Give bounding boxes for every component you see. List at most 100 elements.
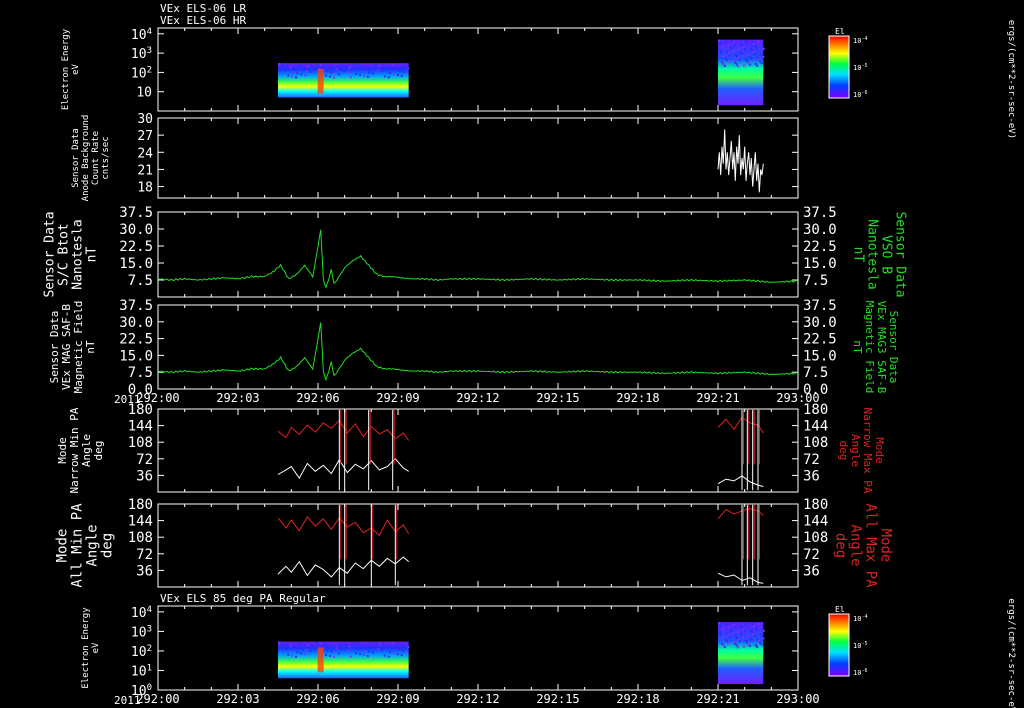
spectrogram-speckle: [291, 75, 294, 78]
y-tick-label: 102: [131, 644, 152, 660]
spectrogram-speckle: [737, 65, 740, 68]
spectrogram-speckle: [319, 64, 322, 67]
spectrogram-speckle: [754, 62, 757, 65]
spectrogram-speckle: [378, 643, 381, 646]
spectrogram-speckle: [727, 634, 730, 637]
spectrogram-block: [278, 63, 409, 98]
spectrogram-speckle: [751, 631, 754, 634]
spectrogram-speckle: [325, 653, 328, 656]
spectrogram-speckle: [335, 68, 338, 71]
spectrogram-speckle: [406, 650, 409, 653]
spectrogram-speckle: [292, 650, 295, 653]
spectrogram-speckle: [315, 63, 318, 66]
spectrogram-hotspot: [317, 647, 324, 673]
spectrogram-speckle: [278, 63, 280, 66]
x-tick-label: 292:03: [216, 391, 259, 405]
spectrogram-speckle: [309, 649, 312, 652]
y-axis-label-line: Anode Background: [81, 115, 91, 202]
y-tick-label: 10: [136, 86, 152, 101]
spectrogram-speckle: [732, 631, 735, 634]
y-axis-label-right: ModeNarrow Max PAAngledeg: [837, 407, 886, 493]
spectrogram-speckle: [304, 74, 307, 77]
y-tick-label: 7.5: [128, 273, 153, 289]
spectrogram-speckle: [735, 63, 738, 66]
spectrogram-speckle: [746, 60, 749, 63]
x-tick-label: 292:21: [696, 391, 739, 405]
y-tick-label: 22.5: [119, 239, 153, 255]
y-axis-label-line: cnts/sec: [101, 136, 111, 179]
y-tick-label: 37.5: [119, 205, 153, 221]
spectrogram-speckle: [743, 630, 746, 633]
y-tick-label-right: 15.0: [803, 256, 837, 272]
spectrogram-speckle: [762, 629, 765, 632]
spectrogram-speckle: [752, 43, 755, 46]
y-axis-label-line: Nanotesla: [71, 219, 86, 289]
y-tick-label: 103: [131, 46, 152, 62]
panel-frame: [157, 304, 799, 390]
colorbar-unit: ergs/(cm**2-sr-sec-eV): [1006, 598, 1016, 708]
spectrogram-speckle: [301, 68, 304, 71]
spectrogram-speckle: [334, 72, 337, 75]
y-tick-label: 21: [137, 163, 153, 178]
y-axis-label-line: eV: [91, 642, 101, 653]
y-axis-label-right-line: deg: [833, 533, 849, 558]
spectrogram-speckle: [280, 647, 283, 650]
spectrogram-speckle: [759, 641, 762, 644]
spectrogram-speckle: [737, 646, 740, 649]
spectrogram-speckle: [739, 50, 742, 53]
spectrogram-speckle: [722, 45, 725, 48]
colorbar-title: El: [835, 27, 845, 36]
colorbar-tick-label: 10-4: [853, 36, 867, 45]
series-line: [277, 516, 410, 537]
colorbar-tick-exp: -6: [861, 668, 867, 674]
panel-frame: [157, 408, 799, 493]
spectrogram-speckle: [352, 646, 355, 649]
spectrogram-speckle: [732, 41, 735, 44]
y-axis-label-line: deg: [99, 533, 115, 558]
spectrogram-speckle: [750, 638, 753, 641]
spectrogram-speckle: [757, 58, 760, 61]
colorbar-unit: ergs/(cm**2-sr-sec-eV): [1006, 20, 1016, 139]
spectrogram-speckle: [310, 645, 313, 648]
colorbar-tick-exp: -4: [861, 36, 867, 42]
spectrogram-speckle: [391, 642, 394, 645]
x-tick-label: 292:18: [616, 391, 659, 405]
spectrogram-speckle: [761, 54, 764, 57]
series-line: [717, 508, 764, 520]
spectrogram-speckle: [330, 71, 333, 74]
spectrogram-speckle: [753, 52, 756, 55]
spectrogram-speckle: [369, 67, 372, 70]
spectrogram-speckle: [344, 65, 347, 68]
spectrogram-speckle: [347, 649, 350, 652]
y-tick-label: 30.0: [119, 222, 153, 238]
spectrogram-speckle: [335, 646, 338, 649]
spectrogram-speckle: [725, 40, 728, 43]
spectrogram-speckle: [718, 622, 720, 625]
y-tick-label-base: 10: [131, 66, 147, 81]
spectrogram-speckle: [340, 643, 343, 646]
y-axis-label: Sensor Data Anode Background Count Rate cnt…: [71, 115, 111, 202]
spectrogram-speckle: [389, 651, 392, 654]
y-axis-label-line: Mode: [54, 529, 70, 563]
spectrogram-speckle: [332, 655, 335, 658]
y-tick-label: 15.0: [119, 348, 153, 364]
y-tick-label-right: 180: [803, 402, 828, 418]
spectrogram-speckle: [284, 648, 287, 651]
y-tick-label: 104: [131, 605, 152, 621]
panel-sc-btot: 37.5 37.530.0 30.022.5 22.515.0 15.07.5 7.5Se…: [43, 205, 908, 298]
y-tick-label-exp: 2: [147, 644, 152, 654]
spectrogram-speckle: [357, 64, 360, 67]
spectrogram-speckle: [364, 70, 367, 73]
y-axis-label: Mode Narrow Min PA Angle deg: [56, 407, 105, 493]
spectrogram-speckle: [757, 639, 760, 642]
spectrogram-speckle: [728, 54, 731, 57]
y-axis-label-right-line: VSO B: [878, 235, 893, 274]
spectrogram-speckle: [382, 65, 385, 68]
spectrogram-speckle: [726, 632, 729, 635]
spectrogram-speckle: [306, 644, 309, 647]
y-tick-label: 27: [137, 129, 153, 144]
y-tick-label: 103: [131, 624, 152, 640]
colorbar-tick-base: 10: [853, 642, 861, 650]
spectrogram-speckle: [749, 47, 752, 50]
spectrogram-speckle: [285, 643, 288, 646]
